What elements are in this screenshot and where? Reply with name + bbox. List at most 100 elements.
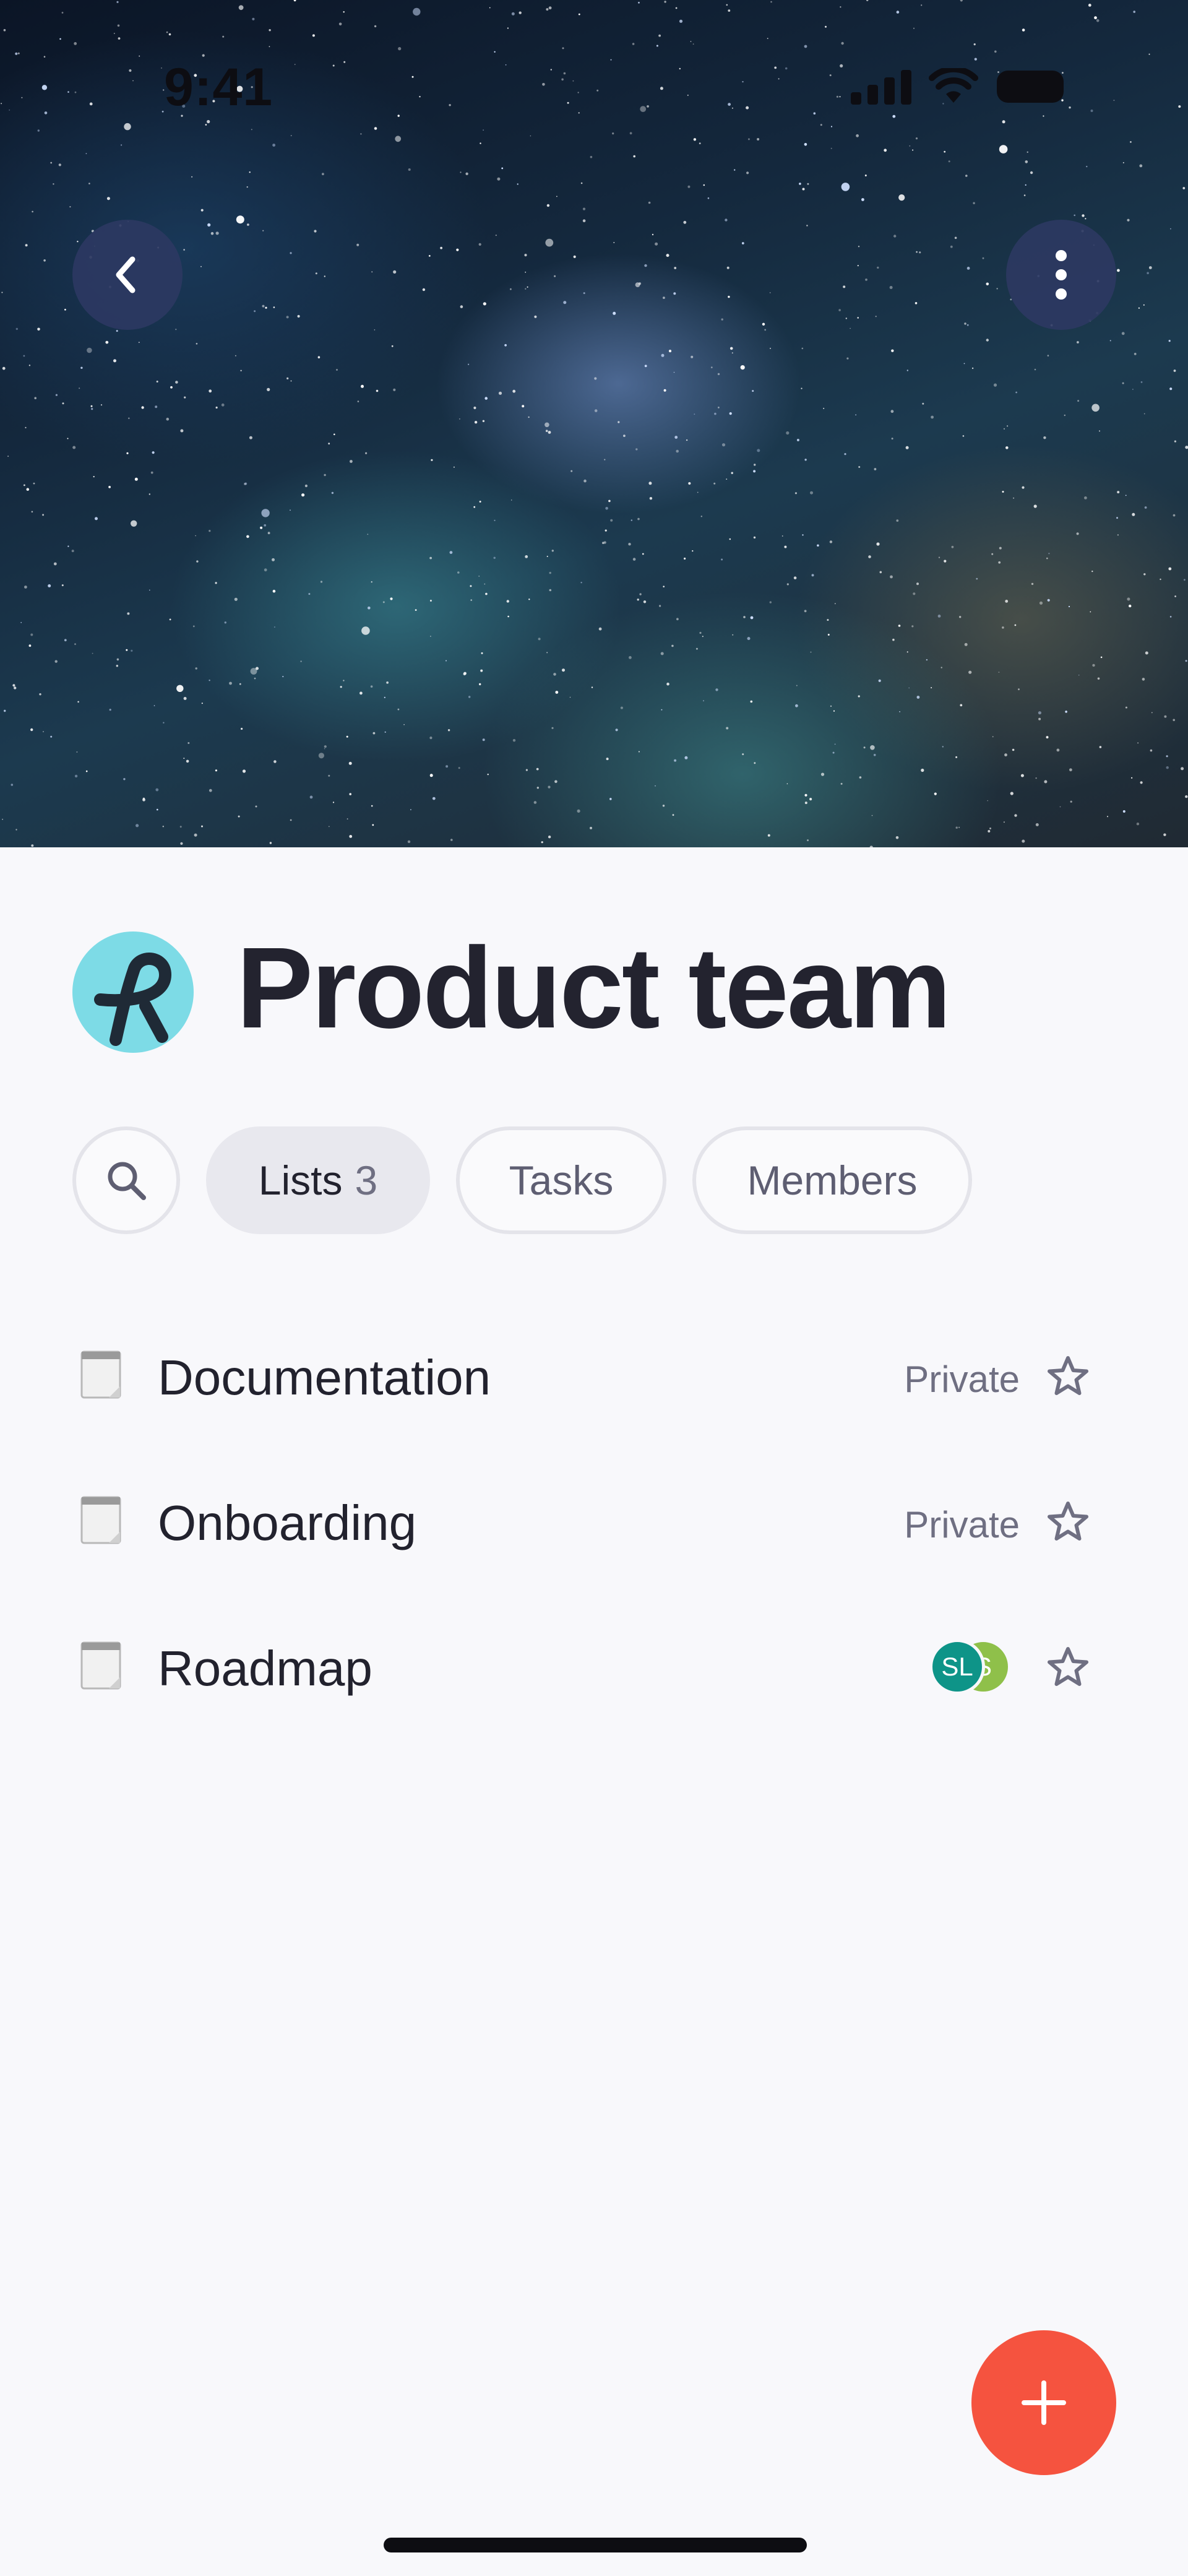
star-dot xyxy=(820,124,822,126)
star-dot xyxy=(721,443,726,447)
star-dot xyxy=(343,680,345,681)
add-button[interactable] xyxy=(971,2330,1116,2475)
star-dot xyxy=(457,571,460,574)
star-dot xyxy=(550,69,552,71)
star-dot xyxy=(183,249,185,251)
star-dot xyxy=(3,28,6,32)
star-dot xyxy=(778,78,780,80)
star-dot xyxy=(242,769,246,773)
star-dot xyxy=(769,601,772,603)
star-dot xyxy=(639,593,642,595)
star-dot xyxy=(1163,833,1166,836)
star-dot xyxy=(149,589,150,591)
star-dot xyxy=(660,87,663,90)
star-dot xyxy=(618,421,620,423)
star-dot xyxy=(533,801,537,804)
star-dot xyxy=(431,459,433,461)
chevron-left-icon xyxy=(116,256,136,293)
star-dot xyxy=(191,176,193,178)
star-dot xyxy=(456,248,459,251)
star-dot xyxy=(511,12,515,15)
star-dot xyxy=(413,7,421,16)
star-dot xyxy=(440,246,442,249)
star-dot xyxy=(376,389,379,392)
star-dot xyxy=(430,636,431,637)
star-dot xyxy=(610,59,612,61)
star-dot xyxy=(264,524,267,527)
star-dot xyxy=(546,556,548,557)
star-dot xyxy=(21,97,23,98)
star-dot xyxy=(878,679,881,682)
star-dot xyxy=(138,342,140,344)
star-dot xyxy=(1090,611,1091,613)
star-dot xyxy=(186,759,189,763)
star-dot xyxy=(865,279,867,281)
star-dot xyxy=(450,839,453,841)
star-dot xyxy=(215,769,217,772)
back-button[interactable] xyxy=(72,220,183,330)
star-dot xyxy=(546,204,550,207)
star-outline-icon[interactable] xyxy=(1046,1500,1090,1544)
star-dot xyxy=(272,558,275,561)
star-dot xyxy=(673,371,675,373)
star-dot xyxy=(801,387,803,389)
star-dot xyxy=(522,405,525,408)
star-dot xyxy=(261,509,270,517)
star-dot xyxy=(474,421,478,424)
star-dot xyxy=(729,412,732,415)
star-dot xyxy=(374,329,376,331)
star-dot xyxy=(357,400,359,402)
list-item-onboarding[interactable]: Onboarding Private xyxy=(0,1445,1188,1591)
star-dot xyxy=(169,618,171,621)
list-item-documentation[interactable]: Documentation Private xyxy=(0,1300,1188,1445)
star-dot xyxy=(468,363,470,365)
star-dot xyxy=(982,257,984,259)
star-dot xyxy=(43,259,46,262)
star-dot xyxy=(693,138,697,141)
star-dot xyxy=(249,171,251,173)
star-dot xyxy=(1064,414,1066,417)
star-dot xyxy=(148,493,150,495)
more-options-button[interactable] xyxy=(1006,220,1116,330)
star-dot xyxy=(915,302,918,305)
star-dot xyxy=(207,119,210,124)
star-dot xyxy=(750,700,753,703)
star-dot xyxy=(76,751,78,753)
star-dot xyxy=(820,772,825,776)
list-item-roadmap[interactable]: Roadmap SL S xyxy=(0,1591,1188,1736)
star-dot xyxy=(85,770,88,772)
star-dot xyxy=(785,67,788,70)
star-dot xyxy=(838,309,841,311)
star-dot xyxy=(955,826,958,829)
star-dot xyxy=(166,31,168,33)
star-dot xyxy=(391,345,394,347)
star-dot xyxy=(1020,774,1024,777)
star-dot xyxy=(64,308,66,311)
star-dot xyxy=(290,819,292,821)
star-dot xyxy=(1012,748,1015,751)
tab-lists[interactable]: Lists 3 xyxy=(206,1126,430,1234)
star-dot xyxy=(528,416,530,418)
star-dot xyxy=(692,43,694,45)
notepad-icon xyxy=(80,1351,121,1399)
star-dot xyxy=(1122,382,1124,384)
star-dot xyxy=(251,129,252,131)
star-dot xyxy=(229,681,232,685)
tab-members[interactable]: Members xyxy=(692,1126,972,1234)
star-dot xyxy=(554,275,556,277)
star-outline-icon[interactable] xyxy=(1046,1354,1090,1399)
star-dot xyxy=(1034,368,1036,371)
star-dot xyxy=(95,517,98,521)
star-dot xyxy=(567,102,569,104)
star-dot xyxy=(350,460,353,463)
star-dot xyxy=(728,295,730,298)
star-dot xyxy=(1121,332,1125,335)
star-dot xyxy=(493,556,496,559)
star-dot xyxy=(1030,171,1033,175)
star-outline-icon[interactable] xyxy=(1046,1645,1090,1690)
star-dot xyxy=(731,107,733,109)
star-dot xyxy=(754,762,756,764)
star-dot xyxy=(648,482,652,485)
search-button[interactable] xyxy=(72,1126,180,1234)
tab-tasks[interactable]: Tasks xyxy=(456,1126,666,1234)
